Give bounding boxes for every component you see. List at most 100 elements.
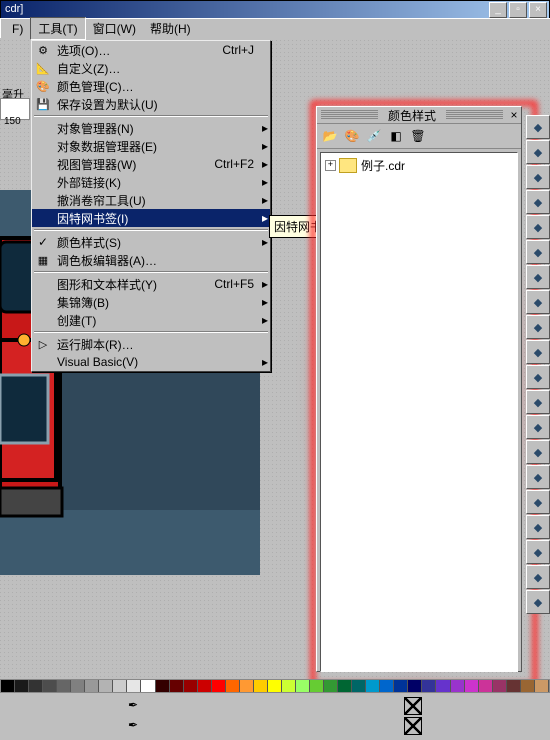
- fill-indicator[interactable]: ✒: [128, 698, 148, 714]
- swatch[interactable]: [366, 680, 380, 692]
- swatch[interactable]: [85, 680, 99, 692]
- swatch[interactable]: [451, 680, 465, 692]
- swatch[interactable]: [465, 680, 479, 692]
- menu-item[interactable]: 对象管理器(N)▸: [32, 119, 270, 137]
- menu-item[interactable]: 图形和文本样式(Y)Ctrl+F5▸: [32, 275, 270, 293]
- swatch[interactable]: [184, 680, 198, 692]
- outline-indicator[interactable]: ✒: [128, 718, 148, 734]
- minimize-button[interactable]: _: [489, 2, 507, 18]
- menu-item[interactable]: 集锦簿(B)▸: [32, 293, 270, 311]
- tool-free-icon[interactable]: ◆: [526, 415, 550, 439]
- menu-window[interactable]: 窗口(W): [86, 18, 143, 39]
- menu-item[interactable]: ✓颜色样式(S)▸: [32, 233, 270, 251]
- swatch[interactable]: [127, 680, 141, 692]
- swatch[interactable]: [422, 680, 436, 692]
- close-button[interactable]: ×: [529, 2, 547, 18]
- docker-grip[interactable]: [446, 110, 503, 120]
- tool-plus-icon[interactable]: ◆: [526, 165, 550, 189]
- swatch[interactable]: [282, 680, 296, 692]
- tool-eye-icon[interactable]: ◆: [526, 465, 550, 489]
- swatch[interactable]: [254, 680, 268, 692]
- menu-item[interactable]: 对象数据管理器(E)▸: [32, 137, 270, 155]
- tool-star-icon[interactable]: ◆: [526, 115, 550, 139]
- restore-button[interactable]: ▫: [509, 2, 527, 18]
- swatch[interactable]: [198, 680, 212, 692]
- swatch[interactable]: [15, 680, 29, 692]
- menu-item[interactable]: 视图管理器(W)Ctrl+F2▸: [32, 155, 270, 173]
- menu-item[interactable]: 外部链接(K)▸: [32, 173, 270, 191]
- tool-star2-icon[interactable]: ◆: [526, 340, 550, 364]
- swatch[interactable]: [29, 680, 43, 692]
- eyedropper-icon[interactable]: 💉: [364, 126, 384, 146]
- tool-shape-b-icon[interactable]: ◆: [526, 290, 550, 314]
- menu-item[interactable]: 创建(T)▸: [32, 311, 270, 329]
- tool-lock-icon[interactable]: ◆: [526, 515, 550, 539]
- swatch[interactable]: [71, 680, 85, 692]
- swatch[interactable]: [226, 680, 240, 692]
- tool-search-icon[interactable]: ◆: [526, 540, 550, 564]
- folder-open-icon[interactable]: 📂: [320, 126, 340, 146]
- menu-item[interactable]: ⚙选项(O)…Ctrl+J: [32, 41, 270, 59]
- tool-cube-icon[interactable]: ◆: [526, 590, 550, 614]
- menu-item[interactable]: ▷运行脚本(R)…: [32, 335, 270, 353]
- tool-circle-icon[interactable]: ◆: [526, 490, 550, 514]
- docker-close-icon[interactable]: ×: [507, 108, 521, 122]
- tool-stack-icon[interactable]: ◆: [526, 215, 550, 239]
- swatch[interactable]: [352, 680, 366, 692]
- menu-item[interactable]: 撤消卷帘工具(U)▸: [32, 191, 270, 209]
- menu-help[interactable]: 帮助(H): [143, 18, 198, 39]
- tool-spiral-icon[interactable]: ◆: [526, 440, 550, 464]
- swatch[interactable]: [436, 680, 450, 692]
- folder-icon: [339, 158, 357, 173]
- swatch[interactable]: [310, 680, 324, 692]
- tool-plus-group-icon[interactable]: ◆: [526, 190, 550, 214]
- swatch[interactable]: [507, 680, 521, 692]
- docker-tree[interactable]: + 例子.cdr: [320, 152, 518, 672]
- swatch[interactable]: [240, 680, 254, 692]
- swatch[interactable]: [141, 680, 155, 692]
- swatch[interactable]: [394, 680, 408, 692]
- swatch[interactable]: [296, 680, 310, 692]
- blend-icon[interactable]: ◧: [386, 126, 406, 146]
- menu-item[interactable]: 🎨颜色管理(C)…: [32, 77, 270, 95]
- menu-item[interactable]: 💾保存设置为默认(U): [32, 95, 270, 113]
- no-outline-icon[interactable]: [404, 717, 422, 735]
- swatch[interactable]: [113, 680, 127, 692]
- palette-icon[interactable]: 🎨: [342, 126, 362, 146]
- tool-layers-icon[interactable]: ◆: [526, 240, 550, 264]
- delete-icon[interactable]: 🗑: [408, 126, 428, 146]
- swatch[interactable]: [324, 680, 338, 692]
- menu-file[interactable]: F): [5, 20, 30, 38]
- tool-arrow-sw-icon[interactable]: ◆: [526, 140, 550, 164]
- swatch[interactable]: [212, 680, 226, 692]
- swatch[interactable]: [99, 680, 113, 692]
- menu-item[interactable]: 因特网书签(I)▸: [32, 209, 270, 227]
- menu-tools[interactable]: 工具(T): [30, 17, 85, 40]
- tool-burst-icon[interactable]: ◆: [526, 390, 550, 414]
- menu-item[interactable]: 📐自定义(Z)…: [32, 59, 270, 77]
- swatch[interactable]: [408, 680, 422, 692]
- tree-node[interactable]: + 例子.cdr: [325, 157, 513, 173]
- swatch[interactable]: [493, 680, 507, 692]
- color-palette[interactable]: [0, 679, 550, 693]
- swatch[interactable]: [479, 680, 493, 692]
- expand-icon[interactable]: +: [325, 160, 336, 171]
- tool-shape-a-icon[interactable]: ◆: [526, 265, 550, 289]
- tool-info-icon[interactable]: ◆: [526, 565, 550, 589]
- swatch[interactable]: [535, 680, 549, 692]
- swatch[interactable]: [268, 680, 282, 692]
- swatch[interactable]: [43, 680, 57, 692]
- swatch[interactable]: [156, 680, 170, 692]
- menu-item[interactable]: ▦调色板编辑器(A)…: [32, 251, 270, 269]
- tool-poly-icon[interactable]: ◆: [526, 365, 550, 389]
- no-fill-icon[interactable]: [404, 697, 422, 715]
- tool-gradient-icon[interactable]: ◆: [526, 315, 550, 339]
- swatch[interactable]: [57, 680, 71, 692]
- docker-grip[interactable]: [321, 110, 378, 120]
- swatch[interactable]: [380, 680, 394, 692]
- swatch[interactable]: [521, 680, 535, 692]
- menu-item[interactable]: Visual Basic(V)▸: [32, 353, 270, 371]
- swatch[interactable]: [1, 680, 15, 692]
- swatch[interactable]: [338, 680, 352, 692]
- swatch[interactable]: [170, 680, 184, 692]
